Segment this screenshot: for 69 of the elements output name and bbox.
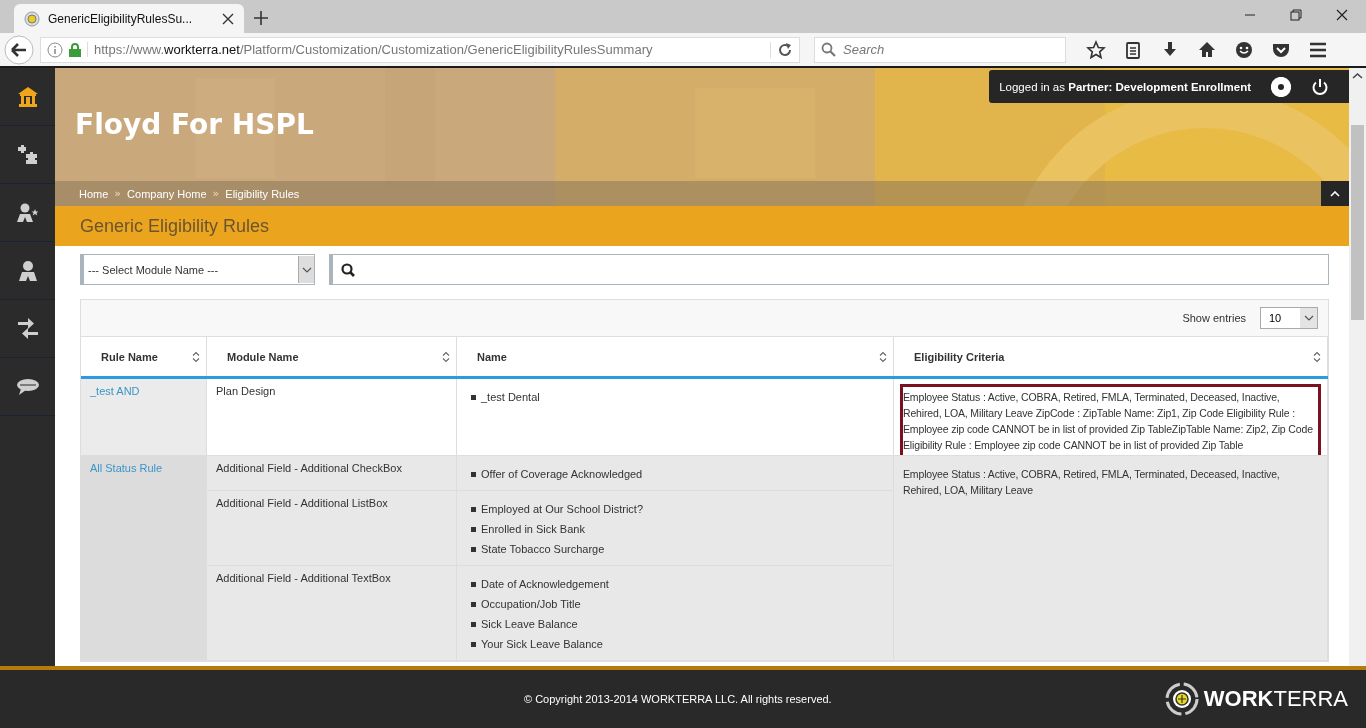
info-icon[interactable]	[47, 41, 63, 58]
table-cell: Additional Field - Additional TextBox	[206, 565, 457, 661]
scrollbar-thumb[interactable]	[1351, 125, 1364, 320]
scrollbar[interactable]	[1349, 68, 1366, 666]
search-icon	[341, 262, 355, 277]
sort-icon	[1313, 351, 1321, 363]
smiley-icon[interactable]	[1234, 39, 1254, 60]
breadcrumb-separator: »	[212, 187, 220, 200]
new-tab-icon[interactable]	[254, 11, 268, 25]
bullet-icon	[471, 601, 476, 607]
power-icon[interactable]	[1311, 77, 1329, 96]
logged-in-text: Logged in as Partner: Development Enrollment	[999, 80, 1251, 93]
home-icon[interactable]	[1197, 39, 1217, 60]
breadcrumb-separator: »	[114, 187, 122, 200]
lock-icon	[69, 42, 81, 57]
list-item-text: Enrolled in Sick Bank	[481, 523, 585, 535]
restore-icon[interactable]	[1290, 9, 1302, 21]
address-bar[interactable]: https://www.workterra.net/Platform/Customization/Customization/GenericEligibilityRulesSummary	[40, 36, 800, 63]
table-cell: Additional Field - Additional CheckBox	[206, 455, 457, 491]
logo-icon	[1164, 682, 1199, 716]
table-cell: Additional Field - Additional ListBox	[206, 490, 457, 566]
sort-icon	[192, 351, 200, 363]
bullet-icon	[471, 471, 476, 477]
close-icon[interactable]	[222, 12, 234, 25]
sort-icon	[879, 351, 887, 363]
bullet-icon	[471, 641, 476, 647]
search-field[interactable]	[329, 254, 1329, 285]
list-item-text: Your Sick Leave Balance	[481, 638, 603, 650]
bullet-icon	[471, 506, 476, 512]
bullet-icon	[471, 394, 476, 400]
chevron-down-icon	[301, 266, 312, 273]
collapse-button[interactable]	[1321, 181, 1349, 206]
puzzle-icon	[15, 142, 40, 167]
transfer-arrows-icon	[15, 316, 40, 341]
list-item-text: State Tobacco Surcharge	[481, 543, 605, 555]
sort-icon	[442, 351, 450, 363]
bullet-icon	[471, 581, 476, 587]
bullet-icon	[471, 546, 476, 552]
page-size-select[interactable]: 10	[1260, 307, 1318, 329]
reload-icon[interactable]	[770, 41, 793, 58]
list-item-text: _test Dental	[481, 391, 540, 403]
close-icon[interactable]	[1336, 9, 1348, 21]
browser-tab[interactable]: GenericEligibilityRulesSu...	[14, 4, 244, 33]
show-entries-label: Show entries	[1182, 312, 1246, 324]
list-item-text: Sick Leave Balance	[481, 618, 578, 630]
url-text: https://www.workterra.net/Platform/Customization/Customization/GenericEligibilityRulesSummary	[87, 42, 764, 57]
bullet-icon	[471, 621, 476, 627]
star-icon[interactable]	[1086, 39, 1106, 60]
chevron-down-icon	[1303, 315, 1314, 321]
logo-text: WORKTERRA	[1203, 686, 1348, 712]
company-title: Floyd For HSPL	[75, 108, 314, 141]
criteria-text: Employee Status : Active, COBRA, Retired, FMLA, Terminated, Deceased, Inactive, Rehired, LOA, Military Leave	[903, 468, 1280, 496]
back-icon[interactable]	[4, 34, 34, 65]
search-field[interactable]: Search	[814, 36, 1066, 63]
module-select[interactable]: --- Select Module Name ---	[80, 254, 315, 285]
table-cell: Plan Design	[206, 377, 457, 456]
site-icon	[24, 10, 40, 27]
search-icon	[821, 41, 837, 58]
clipboard-icon[interactable]	[1123, 39, 1143, 60]
page-title: Generic Eligibility Rules	[80, 215, 270, 237]
list-item-text: Date of Acknowledgement	[481, 578, 609, 590]
list-item-text: Offer of Coverage Acknowledged	[481, 468, 643, 480]
list-item-text: Occupation/Job Title	[481, 598, 581, 610]
tab-title: GenericEligibilityRulesSu...	[48, 11, 194, 26]
copyright-text: © Copyright 2013-2014 WORKTERRA LLC. All rights reserved.	[524, 693, 832, 705]
bullet-icon	[471, 526, 476, 532]
caret-up-icon	[1330, 190, 1340, 197]
list-item-text: Employed at Our School District?	[481, 503, 643, 515]
criteria-text: Employee Status : Active, COBRA, Retired, FMLA, Terminated, Deceased, Inactive, Rehired, LOA, Military Leave ZipCode : ZipTable Name: Zip1, Zip Code Eligibility Rule : Employee zip code CANNOT be in list of provided Zip TableZipTable Name: Zip2, Zip Code Eligibility Rule : Employee zip code CANNOT be in list of provided Zip Table	[903, 391, 1313, 451]
